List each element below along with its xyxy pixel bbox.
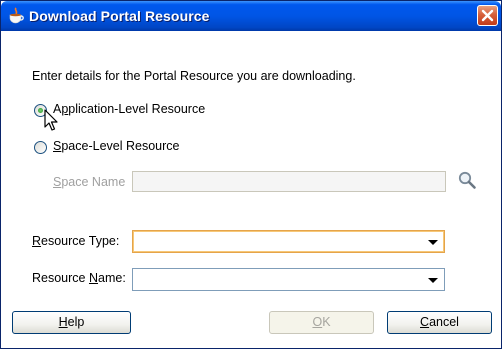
resource-type-select[interactable] [132,230,445,253]
resource-name-label: Resource Name: [32,271,126,285]
space-name-label: Space Name [53,175,125,189]
dialog-body: Enter details for the Portal Resource yo… [1,31,501,348]
cancel-button[interactable]: Cancel [387,311,492,334]
download-portal-resource-dialog: Download Portal Resource Enter details f… [0,0,502,349]
help-button[interactable]: Help [12,311,131,334]
mnemonic: R [32,234,42,248]
search-icon[interactable] [457,170,477,190]
chevron-down-icon[interactable] [428,278,438,283]
label-part: pace Name [61,175,126,189]
oracle-cup-icon [9,7,24,24]
resource-type-label: Resource Type: [32,234,119,248]
mnemonic: H [58,315,68,329]
button-label: elp [67,315,85,329]
space-level-radio[interactable] [34,141,47,154]
label-part: Resource [32,271,89,285]
mnemonic: C [420,315,430,329]
mouse-cursor-icon [44,109,58,131]
ok-button[interactable]: OK [269,311,374,334]
mnemonic: N [88,271,99,285]
radio-selected-dot [38,108,43,113]
label-part: plication-Level Resource [68,102,206,116]
chevron-down-icon[interactable] [428,240,438,245]
space-level-label[interactable]: Space-Level Resource [53,139,179,153]
button-label: ancel [429,315,459,329]
label-part: esource Type: [41,234,120,248]
space-name-input[interactable] [132,171,446,192]
label-part: ame: [98,271,126,285]
button-label: K [322,315,331,329]
dialog-title: Download Portal Resource [29,8,210,24]
title-bar[interactable]: Download Portal Resource [1,1,501,31]
close-icon [481,9,494,22]
mnemonic: O [312,315,323,329]
label-part: pace-Level Resource [61,139,180,153]
application-level-label[interactable]: Application-Level Resource [53,102,205,116]
close-button[interactable] [477,5,498,26]
resource-name-select[interactable] [132,268,445,291]
intro-text: Enter details for the Portal Resource yo… [32,69,356,83]
